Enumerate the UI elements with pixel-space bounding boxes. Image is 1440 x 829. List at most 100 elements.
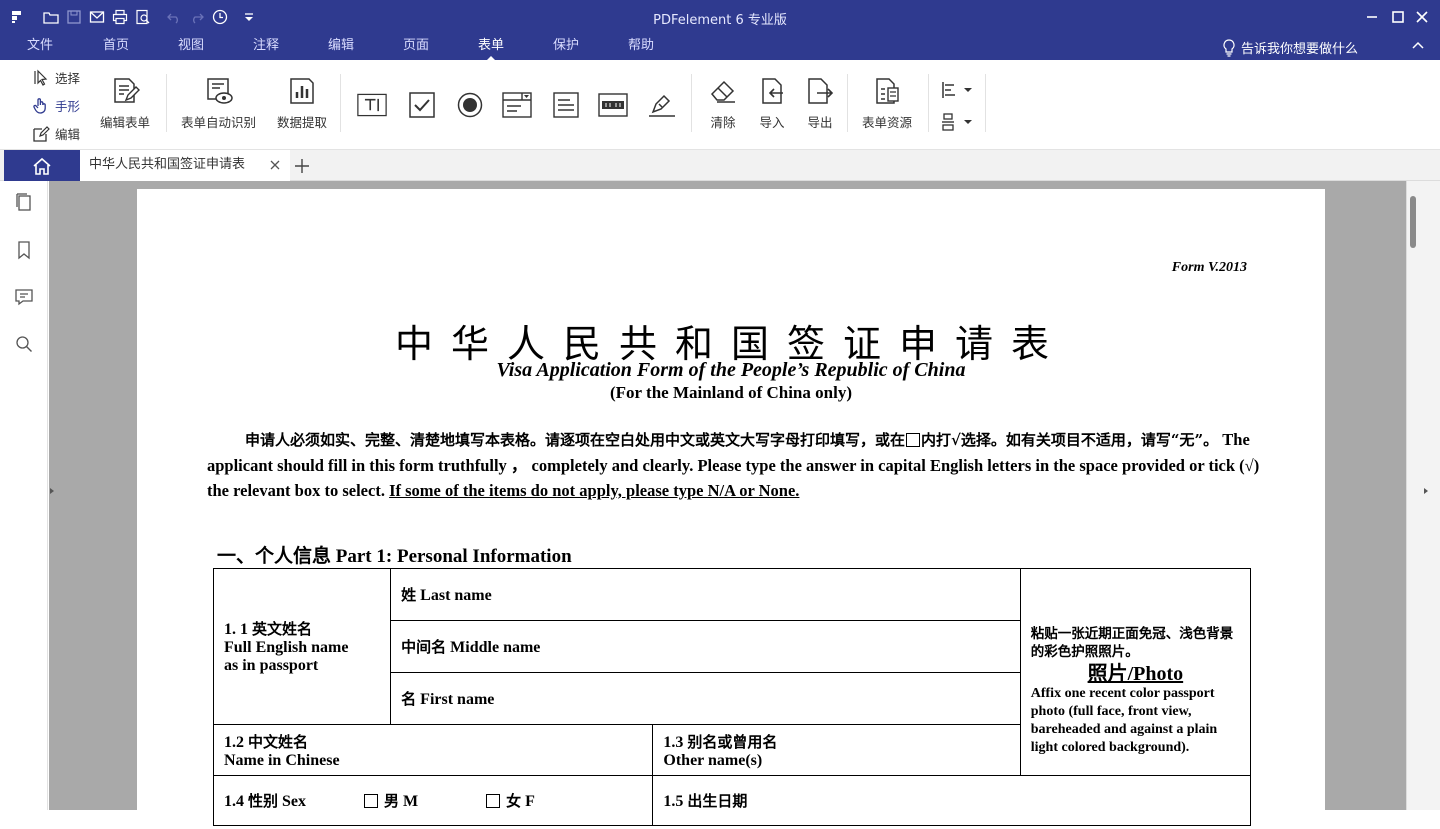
signature-pen-icon — [649, 94, 675, 117]
option-label-cn: 女 — [506, 792, 522, 810]
chinese-name-field[interactable]: 1.2 中文姓名 Name in Chinese — [212, 724, 654, 776]
menu-help[interactable]: 帮助 — [628, 37, 654, 57]
comment-icon[interactable] — [14, 287, 34, 307]
form-recognize-icon — [202, 74, 236, 108]
photo-box: 粘贴一张近期正面免冠、浅色背景的彩色护照照片。 照片/Photo Affix o… — [1019, 568, 1252, 776]
text-field-icon — [357, 93, 387, 117]
expand-left-panel-icon[interactable] — [48, 481, 56, 501]
field-label-cn: 性别 — [248, 792, 279, 810]
edit-form-button[interactable]: 编辑表单 — [100, 74, 150, 131]
menu-edit[interactable]: 编辑 — [328, 37, 354, 57]
edit-tool-button[interactable]: 编辑 — [32, 124, 80, 143]
thumbnails-icon[interactable] — [14, 192, 34, 212]
ribbon-separator — [340, 74, 341, 132]
bookmark-icon[interactable] — [14, 240, 34, 260]
minimize-button[interactable] — [1360, 7, 1384, 27]
menu-view[interactable]: 视图 — [178, 37, 204, 57]
middle-name-field[interactable]: 中间名 Middle name — [390, 620, 1021, 673]
align-dropdown[interactable] — [940, 80, 976, 100]
menu-form[interactable]: 表单 — [478, 37, 504, 61]
close-tab-icon[interactable] — [268, 158, 282, 172]
female-checkbox[interactable] — [486, 794, 501, 808]
import-icon — [755, 74, 789, 108]
menu-home[interactable]: 首页 — [103, 37, 129, 57]
field-label-cn: 英文姓名 — [252, 620, 313, 638]
align-left-icon — [942, 82, 972, 98]
first-name-field[interactable]: 名 First name — [390, 672, 1021, 725]
field-label-en: Name in Chinese — [224, 751, 340, 769]
photo-instruction-cn: 粘贴一张近期正面免冠、浅色背景的彩色护照照片。 — [1030, 626, 1234, 660]
menu-protect[interactable]: 保护 — [553, 37, 579, 57]
photo-title: 照片/Photo — [1087, 663, 1184, 685]
clear-button[interactable]: 清除 — [706, 74, 740, 131]
vertical-scrollbar-thumb[interactable] — [1410, 196, 1416, 248]
option-label-en: M — [403, 793, 419, 810]
search-icon[interactable] — [14, 334, 34, 354]
close-window-button[interactable] — [1410, 7, 1434, 27]
field-label-en: Other name(s) — [663, 751, 763, 769]
text-field-tool[interactable] — [357, 90, 387, 120]
document-tab[interactable]: 中华人民共和国签证申请表 — [80, 150, 290, 181]
tell-me-search[interactable]: 告诉我你想要做什么 — [1221, 38, 1358, 57]
new-tab-icon[interactable] — [292, 156, 312, 176]
last-name-field[interactable]: 姓 Last name — [390, 568, 1021, 621]
field-number: 1.2 — [224, 733, 244, 751]
edit-pencil-icon — [33, 125, 50, 142]
field-label-en: Middle name — [450, 639, 541, 656]
edit-form-icon — [108, 74, 142, 108]
menu-file[interactable]: 文件 — [27, 37, 53, 57]
window-title: PDFelement 6 专业版 — [653, 13, 787, 28]
btn-icon — [598, 93, 628, 117]
form-auto-recognize-button[interactable]: 表单自动识别 — [181, 74, 256, 131]
expand-right-panel-icon[interactable] — [1422, 483, 1430, 499]
data-extract-button[interactable]: 数据提取 — [277, 74, 327, 131]
document-tab-title: 中华人民共和国签证申请表 — [89, 157, 246, 172]
form-resources-button[interactable]: 表单资源 — [862, 74, 912, 131]
ribbon-separator — [691, 74, 692, 132]
distribute-icon — [942, 113, 972, 131]
edit-form-label: 编辑表单 — [100, 115, 151, 130]
lightbulb-icon — [1223, 38, 1235, 57]
document-tab-bar: 中华人民共和国签证申请表 — [0, 150, 1440, 181]
form-resources-icon — [870, 74, 904, 108]
select-label: 选择 — [55, 71, 81, 86]
male-checkbox[interactable] — [364, 794, 379, 808]
field-label-cn: 中间名 — [401, 638, 447, 656]
form-auto-recognize-label: 表单自动识别 — [181, 115, 257, 130]
radio-button-tool[interactable] — [455, 90, 485, 120]
menu-page[interactable]: 页面 — [403, 37, 429, 57]
field-number: 1.4 — [224, 793, 244, 810]
ribbon-toolbar: 选择 手形 编辑 编辑表单 表单自动识别 数据提取 清除 导入 导出 表单资源 — [0, 60, 1440, 150]
instructions-paragraph: 申请人必须如实、完整、清楚地填写本表格。请逐项在空白处用中文或英文大写字母打印填… — [207, 427, 1263, 503]
option-label-en: F — [525, 793, 535, 810]
export-button[interactable]: 导出 — [803, 74, 837, 131]
list-box-tool[interactable] — [551, 90, 581, 120]
import-button[interactable]: 导入 — [755, 74, 789, 131]
field-label-cn: 中文姓名 — [248, 732, 309, 751]
export-label: 导出 — [807, 115, 833, 130]
field-label-cn: 姓 — [401, 586, 417, 604]
field-label-cn: 名 — [401, 690, 417, 708]
home-tab[interactable] — [4, 150, 80, 181]
cursor-icon — [34, 69, 48, 86]
collapse-ribbon-icon[interactable] — [1410, 38, 1426, 54]
distribute-dropdown[interactable] — [940, 112, 976, 132]
hand-tool-button[interactable]: 手形 — [32, 96, 80, 115]
date-of-birth-field[interactable]: 1.5 出生日期 — [652, 775, 1251, 826]
checkbox-tool[interactable] — [407, 90, 437, 120]
maximize-button[interactable] — [1386, 7, 1410, 27]
field-label-cn: 别名或曾用名 — [687, 732, 778, 751]
combo-box-tool[interactable] — [502, 90, 532, 120]
signature-field-tool[interactable] — [647, 90, 677, 120]
import-label: 导入 — [759, 115, 785, 130]
menu-comment[interactable]: 注释 — [253, 37, 279, 57]
field-number: 1. 1 — [224, 621, 248, 638]
pdf-page: Form V.2013 中华人民共和国签证申请表 Visa Applicatio… — [137, 189, 1325, 829]
button-tool[interactable] — [598, 90, 628, 120]
field-label-en: Sex — [282, 793, 307, 810]
ribbon-separator — [166, 74, 167, 132]
tell-me-text: 告诉我你想要做什么 — [1240, 42, 1358, 57]
select-tool-button[interactable]: 选择 — [32, 68, 80, 87]
other-names-field[interactable]: 1.3 别名或曾用名 Other name(s) — [652, 724, 1021, 776]
field-number: 1.5 — [663, 793, 684, 810]
